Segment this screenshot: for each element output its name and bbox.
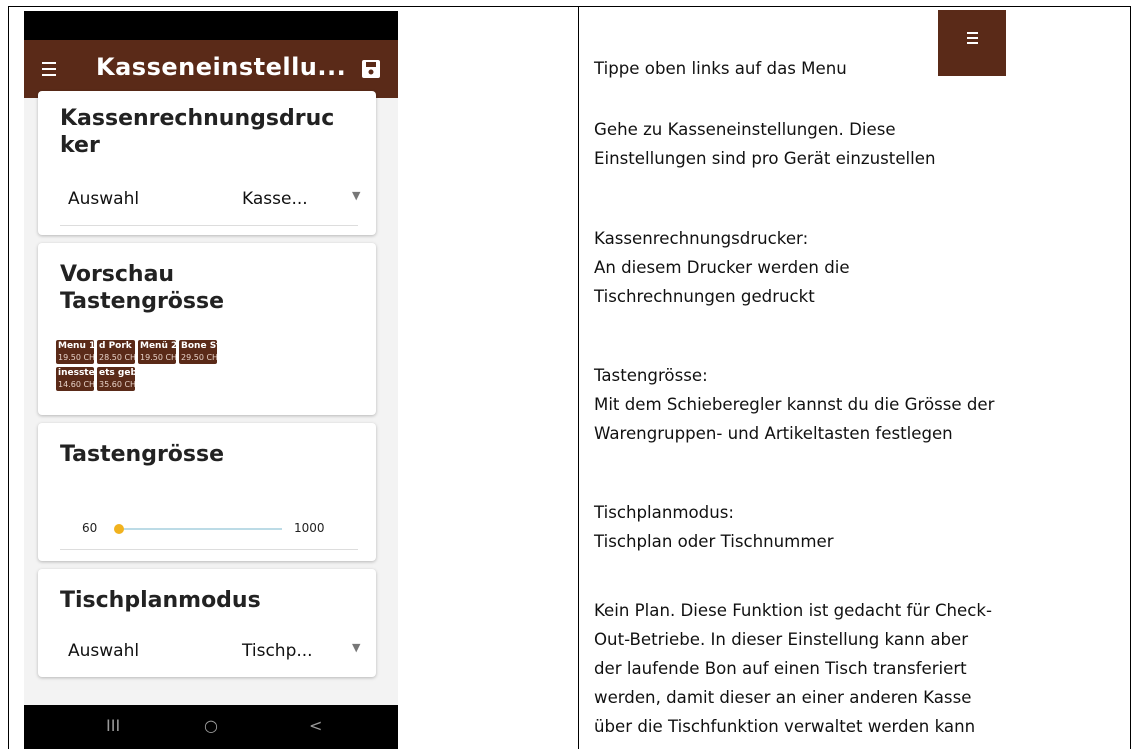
instruction-size-1: Mit dem Schieberegler kannst du die Grös…	[594, 395, 995, 414]
preview-tile-name: inesstell	[58, 368, 94, 378]
preview-tile-name: d Pork B	[99, 341, 135, 351]
instruction-noplan-4: werden, damit dieser an einer anderen Ka…	[594, 688, 972, 707]
preview-tile[interactable]: d Pork B 28.50 CHF	[97, 340, 135, 364]
table-mode-card-title: Tischplanmodus	[60, 588, 261, 613]
preview-tile-name: Menü 2	[140, 341, 176, 351]
chevron-down-icon[interactable]: ▼	[352, 189, 360, 202]
table-mode-select-value: Tischp...	[242, 641, 313, 661]
preview-card: Vorschau Tastengrösse Menu 119.50 CHFd P…	[38, 243, 376, 415]
recent-apps-icon[interactable]: III	[106, 716, 120, 735]
slider-min-label: 60	[82, 521, 98, 535]
instruction-noplan-2: Out-Betriebe. In dieser Einstellung kann…	[594, 630, 969, 649]
preview-tile-price: 28.50 CHF	[99, 353, 135, 362]
size-slider-thumb[interactable]	[114, 524, 124, 534]
instruction-noplan-3: der laufende Bon auf einen Tisch transfe…	[594, 659, 967, 678]
preview-tile-name: ets geba	[99, 368, 135, 378]
instruction-menu: Tippe oben links auf das Menu	[594, 59, 847, 78]
preview-tile-price: 19.50 CHF	[58, 353, 94, 362]
printer-select-label: Auswahl	[68, 189, 140, 209]
printer-card: Kassenrechnungsdruc ker Auswahl Kasse...…	[38, 91, 376, 235]
preview-tile-price: 14.60 CHF	[58, 380, 94, 389]
button-size-card: Tastengrösse 60 1000	[38, 423, 376, 561]
menu-button-image	[938, 10, 1006, 76]
printer-select-value: Kasse...	[242, 189, 308, 209]
instruction-settings-2: Einstellungen sind pro Gerät einzustelle…	[594, 149, 936, 168]
column-divider	[578, 6, 579, 749]
hamburger-menu-icon[interactable]	[38, 58, 60, 80]
instruction-noplan-1: Kein Plan. Diese Funktion ist gedacht fü…	[594, 601, 992, 620]
instruction-settings-1: Gehe zu Kasseneinstellungen. Diese	[594, 120, 896, 139]
instruction-mode-1: Tischplan oder Tischnummer	[594, 532, 834, 551]
instruction-printer-heading: Kassenrechnungsdrucker:	[594, 229, 809, 248]
table-mode-select-label: Auswahl	[68, 641, 140, 661]
preview-tile-price: 19.50 CHF	[140, 353, 176, 362]
preview-tile[interactable]: Menü 2 19.50 CHF	[138, 340, 176, 364]
save-icon[interactable]	[360, 58, 382, 80]
instruction-size-heading: Tastengrösse:	[594, 366, 708, 385]
chevron-down-icon[interactable]: ▼	[352, 641, 360, 654]
table-mode-card: Tischplanmodus Auswahl Tischp... ▼	[38, 569, 376, 677]
instruction-noplan-5: über die Tischfunktion verwaltet werden …	[594, 717, 976, 736]
page-title: Kasseneinstellu...	[96, 53, 347, 81]
home-icon[interactable]: ○	[204, 716, 218, 735]
instruction-printer-1: An diesem Drucker werden die	[594, 258, 850, 277]
slider-underline	[60, 549, 358, 550]
printer-select-underline	[60, 225, 358, 226]
phone-screenshot: Kasseneinstellu... Kassenrechnungsdruc k…	[24, 11, 398, 749]
printer-card-title: Kassenrechnungsdruc ker	[60, 106, 335, 158]
preview-tile-price: 29.50 CHF	[181, 353, 217, 362]
preview-tile-name: Bone Ste	[181, 341, 217, 351]
instruction-printer-2: Tischrechnungen gedruckt	[594, 287, 815, 306]
back-icon[interactable]: <	[309, 716, 322, 735]
preview-card-title: Vorschau Tastengrösse	[60, 262, 225, 314]
button-size-card-title: Tastengrösse	[60, 442, 225, 467]
instruction-size-2: Warengruppen- und Artikeltasten festlege…	[594, 424, 953, 443]
size-slider-track[interactable]	[118, 528, 282, 530]
android-nav-bar: III ○ <	[24, 705, 398, 749]
preview-tile[interactable]: Bone Ste 29.50 CHF	[179, 340, 217, 364]
preview-tile[interactable]: Menu 1 19.50 CHF	[56, 340, 94, 364]
preview-tile-price: 35.60 CHF	[99, 380, 135, 389]
preview-tile-name: Menu 1	[58, 341, 94, 351]
app-bar: Kasseneinstellu...	[24, 40, 398, 98]
preview-tile[interactable]: inesstell 14.60 CHF	[56, 367, 94, 391]
status-bar	[24, 11, 398, 40]
preview-tile[interactable]: ets geba 35.60 CHF	[97, 367, 135, 391]
slider-max-label: 1000	[294, 521, 325, 535]
instruction-mode-heading: Tischplanmodus:	[594, 503, 734, 522]
